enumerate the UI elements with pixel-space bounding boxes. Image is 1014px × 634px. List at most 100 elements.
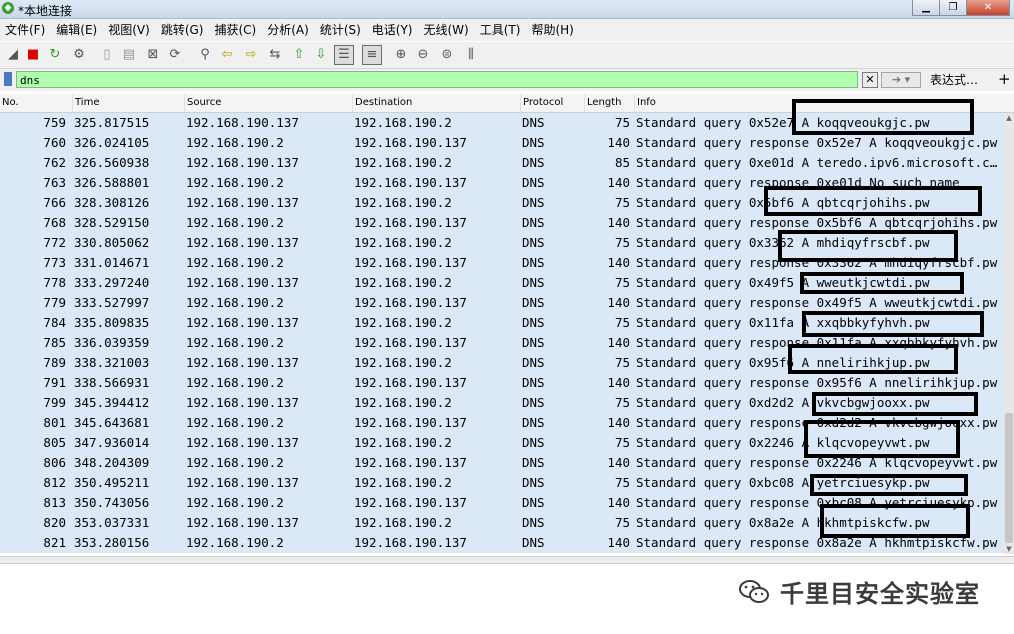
packet-destination: 192.168.190.2 — [354, 195, 452, 210]
packet-info: Standard query response 0x49f5 A wweutkj… — [636, 295, 998, 310]
packet-protocol: DNS — [522, 335, 545, 350]
annotation-box — [778, 230, 958, 262]
close-file-icon[interactable]: ⊠ — [144, 46, 162, 64]
scrollbar-thumb[interactable] — [1005, 413, 1013, 543]
go-back-arrow-icon[interactable]: ⇦ — [218, 46, 236, 64]
maximize-button[interactable]: ❐ — [939, 0, 967, 16]
menu-analyze[interactable]: 分析(A) — [262, 19, 315, 41]
colorize-list-icon[interactable]: ≡ — [362, 45, 382, 65]
pane-splitter[interactable] — [0, 556, 1014, 564]
filter-bookmark-icon[interactable] — [4, 72, 12, 86]
normal-size-icon[interactable]: ⊜ — [438, 46, 456, 64]
packet-source: 192.168.190.137 — [186, 115, 299, 130]
packet-protocol: DNS — [522, 155, 545, 170]
menu-edit[interactable]: 编辑(E) — [51, 19, 103, 41]
packet-length: 140 — [607, 495, 630, 510]
column-header-protocol[interactable]: Protocol — [520, 94, 584, 112]
menu-file[interactable]: 文件(F) — [0, 19, 51, 41]
reload-file-icon[interactable]: ⟳ — [166, 46, 184, 64]
menu-tools[interactable]: 工具(T) — [475, 19, 527, 41]
packet-length: 75 — [614, 195, 630, 210]
packet-info: Standard query 0xe01d A teredo.ipv6.micr… — [636, 155, 1000, 170]
last-packet-icon[interactable]: ⇩ — [312, 46, 330, 64]
packet-destination: 192.168.190.2 — [354, 435, 452, 450]
table-row[interactable]: 760 326.024105 192.168.190.2 192.168.190.13… — [0, 133, 1004, 153]
packet-time: 326.024105 — [74, 135, 150, 150]
packet-source: 192.168.190.137 — [186, 355, 299, 370]
packet-destination: 192.168.190.2 — [354, 515, 452, 530]
packet-time: 331.014671 — [74, 255, 150, 270]
menu-help[interactable]: 帮助(H) — [526, 19, 579, 41]
stop-capture-icon[interactable]: ■ — [24, 46, 42, 64]
packet-length: 140 — [607, 455, 630, 470]
packet-protocol: DNS — [522, 235, 545, 250]
vertical-scrollbar[interactable]: ▲ ▼ — [1004, 113, 1014, 554]
menu-statistics[interactable]: 统计(S) — [315, 19, 367, 41]
start-capture-fin-icon[interactable]: ◢ — [4, 46, 22, 64]
packet-destination: 192.168.190.137 — [354, 175, 467, 190]
go-forward-arrow-icon[interactable]: ⇨ — [242, 46, 260, 64]
menu-wireless[interactable]: 无线(W) — [419, 19, 475, 41]
expression-button[interactable]: 表达式… — [930, 71, 978, 89]
resize-columns-icon[interactable]: ⫼ — [462, 46, 480, 64]
packet-no: 759 — [43, 115, 66, 130]
menu-go[interactable]: 跳转(G) — [156, 19, 210, 41]
packet-no: 785 — [43, 335, 66, 350]
table-row[interactable]: 762 326.560938 192.168.190.137 192.168.190.… — [0, 153, 1004, 173]
first-packet-icon[interactable]: ⇧ — [290, 46, 308, 64]
column-header-source[interactable]: Source — [184, 94, 352, 112]
annotation-box — [764, 186, 982, 216]
annotation-box — [820, 504, 970, 538]
packet-protocol: DNS — [522, 115, 545, 130]
column-header-length[interactable]: Length — [584, 94, 634, 112]
packet-length: 85 — [614, 155, 630, 170]
menu-telephony[interactable]: 电话(Y) — [367, 19, 419, 41]
save-file-icon[interactable]: ▤ — [120, 46, 138, 64]
table-row[interactable]: 791 338.566931 192.168.190.2 192.168.190.13… — [0, 373, 1004, 393]
packet-no: 805 — [43, 435, 66, 450]
annotation-box — [804, 420, 960, 458]
packet-no: 766 — [43, 195, 66, 210]
add-filter-button[interactable]: + — [998, 70, 1011, 88]
packet-info: Standard query response 0x52e7 A koqqveo… — [636, 135, 998, 150]
open-file-icon[interactable]: ▯ — [98, 46, 116, 64]
display-filter-input[interactable]: dns — [16, 71, 858, 88]
column-header-destination[interactable]: Destination — [352, 94, 520, 112]
apply-filter-arrow-icon[interactable]: ➔ ▾ — [881, 72, 921, 88]
minimize-button[interactable]: ▁ — [912, 0, 940, 16]
packet-time: 350.495211 — [74, 475, 150, 490]
go-to-packet-icon[interactable]: ⇆ — [266, 46, 284, 64]
capture-options-gear-icon[interactable]: ⚙ — [70, 46, 88, 64]
zoom-out-icon[interactable]: ⊖ — [414, 46, 432, 64]
packet-protocol: DNS — [522, 495, 545, 510]
scroll-up-arrow-icon[interactable]: ▲ — [1004, 113, 1014, 123]
restart-capture-icon[interactable]: ↻ — [46, 46, 64, 64]
packet-time: 338.566931 — [74, 375, 150, 390]
table-row[interactable]: 779 333.527997 192.168.190.2 192.168.190.13… — [0, 293, 1004, 313]
menu-capture[interactable]: 捕获(C) — [209, 19, 262, 41]
column-header-no[interactable]: No. — [0, 94, 72, 112]
packet-no: 812 — [43, 475, 66, 490]
menu-view[interactable]: 视图(V) — [103, 19, 156, 41]
packet-length: 75 — [614, 355, 630, 370]
packet-length: 75 — [614, 115, 630, 130]
packet-destination: 192.168.190.2 — [354, 475, 452, 490]
clear-filter-icon[interactable]: ✕ — [862, 72, 878, 88]
scroll-down-arrow-icon[interactable]: ▼ — [1004, 544, 1014, 554]
packet-length: 140 — [607, 215, 630, 230]
packet-source: 192.168.190.137 — [186, 435, 299, 450]
find-packet-search-icon[interactable]: ⚲ — [196, 46, 214, 64]
packet-list: No. Time Source Destination Protocol Len… — [0, 94, 1014, 554]
zoom-in-icon[interactable]: ⊕ — [392, 46, 410, 64]
packet-time: 353.280156 — [74, 535, 150, 550]
packet-time: 333.527997 — [74, 295, 150, 310]
menu-bar: 文件(F) 编辑(E) 视图(V) 跳转(G) 捕获(C) 分析(A) 统计(S… — [0, 19, 1014, 41]
packet-length: 140 — [607, 375, 630, 390]
column-header-time[interactable]: Time — [72, 94, 184, 112]
auto-scroll-icon[interactable]: ☰ — [334, 45, 354, 65]
annotation-box — [802, 311, 984, 337]
packet-no: 801 — [43, 415, 66, 430]
packet-info: Standard query response 0x95f6 A nneliri… — [636, 375, 998, 390]
close-button[interactable]: ✕ — [966, 0, 1010, 16]
packet-no: 773 — [43, 255, 66, 270]
